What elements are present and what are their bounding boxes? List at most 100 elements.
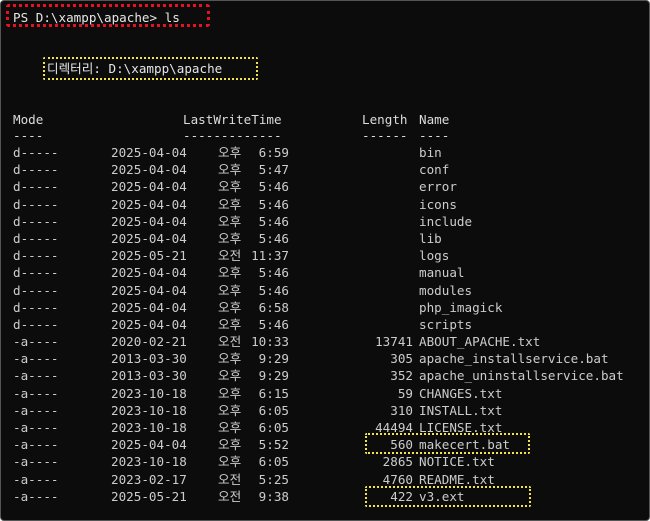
entry-mode: d----- xyxy=(13,282,59,298)
entry-ampm: 오후 xyxy=(218,385,242,401)
entry-time: 5:47 xyxy=(258,162,289,178)
listing-row: -a---- 2023-10-18 오후 6:05 2865 NOTICE.txt xyxy=(1,453,649,470)
header-name: Name xyxy=(419,112,450,127)
entry-mode: d----- xyxy=(13,230,59,246)
entry-date: 2023-10-18 xyxy=(111,385,187,401)
command-prompt: PS D:\xampp\apache> ls xyxy=(13,10,180,25)
listing-row: d----- 2025-04-04 오후 5:46 lib xyxy=(1,230,649,247)
entry-name: include xyxy=(419,213,473,229)
entry-date: 2013-03-30 xyxy=(111,351,187,367)
entry-ampm: 오후 xyxy=(218,179,242,195)
entry-date: 2023-02-17 xyxy=(111,471,187,487)
directory-label: 디렉터리: D:\xampp\apache xyxy=(47,61,223,76)
entry-length: 2865 xyxy=(382,454,413,470)
entry-length: 305 xyxy=(390,351,413,367)
listing-row: d----- 2025-04-04 오후 5:46 modules xyxy=(1,282,649,299)
entry-date: 2023-10-18 xyxy=(111,402,187,418)
entry-time: 11:37 xyxy=(251,248,289,264)
entry-name: NOTICE.txt xyxy=(419,454,495,470)
entry-date: 2025-04-04 xyxy=(111,162,187,178)
entry-mode: d----- xyxy=(13,265,59,281)
entry-ampm: 오전 xyxy=(218,248,242,264)
listing-row: -a---- 2023-10-18 오후 6:15 59 CHANGES.txt xyxy=(1,385,649,402)
entry-length: 13741 xyxy=(375,334,413,350)
entry-date: 2025-04-04 xyxy=(111,437,187,453)
directory-listing: d----- 2025-04-04 오후 6:59 bin d----- 2025-04-0… xyxy=(1,144,649,505)
listing-row: d----- 2025-04-04 오후 6:58 php_imagick xyxy=(1,299,649,316)
listing-row: -a---- 2023-02-17 오전 5:25 4760 README.txt xyxy=(1,471,649,488)
entry-mode: d----- xyxy=(13,316,59,332)
entry-time: 5:46 xyxy=(258,282,289,298)
entry-time: 9:29 xyxy=(258,368,289,384)
entry-date: 2020-02-21 xyxy=(111,334,187,350)
entry-mode: -a---- xyxy=(13,334,59,350)
entry-mode: -a---- xyxy=(13,420,59,435)
entry-name: apache_installservice.bat xyxy=(419,351,609,367)
entry-name: icons xyxy=(419,196,457,212)
entry-date: 2025-05-21 xyxy=(111,248,187,264)
entry-date: 2025-05-21 xyxy=(111,488,187,504)
entry-date: 2013-03-30 xyxy=(111,368,187,384)
terminal-output[interactable]: PS D:\xampp\apache> ls 디렉터리: D:\xampp\ap… xyxy=(1,1,649,520)
entry-name: lib xyxy=(419,230,442,246)
entry-time: 6:05 xyxy=(258,454,289,470)
entry-time: 5:46 xyxy=(258,265,289,281)
entry-name: scripts xyxy=(419,316,473,332)
entry-date: 2025-04-04 xyxy=(111,265,187,281)
entry-time: 6:59 xyxy=(258,145,289,160)
listing-row: -a---- 2023-10-18 오후 6:05 310 INSTALL.txt xyxy=(1,402,649,419)
entry-mode: -a---- xyxy=(13,437,59,453)
header-length-underline: ------ xyxy=(362,128,408,143)
header-mode: Mode xyxy=(13,112,44,127)
entry-name: CHANGES.txt xyxy=(419,385,503,401)
entry-mode: -a---- xyxy=(13,471,59,487)
entry-mode: d----- xyxy=(13,145,59,160)
entry-date: 2023-10-18 xyxy=(111,454,187,470)
entry-time: 6:05 xyxy=(258,420,289,435)
entry-time: 5:46 xyxy=(258,230,289,246)
entry-date: 2025-04-04 xyxy=(111,282,187,298)
entry-name: INSTALL.txt xyxy=(419,402,503,418)
listing-row: d----- 2025-05-21 오전 11:37 logs xyxy=(1,247,649,264)
entry-time: 5:25 xyxy=(258,471,289,487)
header-mode-underline: ---- xyxy=(13,128,44,143)
entry-mode: -a---- xyxy=(13,351,59,367)
terminal-window: PS D:\xampp\apache> ls 디렉터리: D:\xampp\ap… xyxy=(0,0,650,521)
entry-name: conf xyxy=(419,162,450,178)
entry-date: 2025-04-04 xyxy=(111,299,187,315)
entry-mode: -a---- xyxy=(13,488,59,504)
listing-row: -a---- 2020-02-21 오전 10:33 13741 ABOUT_APACHE… xyxy=(1,333,649,350)
entry-ampm: 오전 xyxy=(218,334,242,350)
entry-time: 5:46 xyxy=(258,179,289,195)
entry-ampm: 오후 xyxy=(218,145,242,160)
listing-row: d----- 2025-04-04 오후 5:46 icons xyxy=(1,196,649,213)
entry-time: 6:05 xyxy=(258,402,289,418)
listing-row: d----- 2025-04-04 오후 5:46 error xyxy=(1,178,649,195)
entry-ampm: 오후 xyxy=(218,265,242,281)
entry-ampm: 오후 xyxy=(218,368,242,384)
entry-time: 5:46 xyxy=(258,196,289,212)
header-lastwritetime: LastWriteTime xyxy=(183,112,282,127)
entry-mode: -a---- xyxy=(13,368,59,384)
entry-mode: d----- xyxy=(13,299,59,315)
entry-mode: d----- xyxy=(13,213,59,229)
entry-date: 2025-04-04 xyxy=(111,196,187,212)
entry-mode: d----- xyxy=(13,179,59,195)
listing-row: d----- 2025-04-04 오후 6:59 bin xyxy=(1,144,649,161)
entry-ampm: 오후 xyxy=(218,402,242,418)
listing-row: d----- 2025-04-04 오후 5:46 manual xyxy=(1,264,649,281)
entry-ampm: 오후 xyxy=(218,196,242,212)
entry-time: 10:33 xyxy=(251,334,289,350)
entry-ampm: 오전 xyxy=(218,488,242,504)
listing-row: -a---- 2023-10-18 오후 6:05 44494 LICENSE.txt xyxy=(1,419,649,436)
entry-name: manual xyxy=(419,265,465,281)
entry-mode: d----- xyxy=(13,196,59,212)
entry-ampm: 오후 xyxy=(218,316,242,332)
entry-name: bin xyxy=(419,145,442,160)
entry-name: logs xyxy=(419,248,450,264)
entry-time: 5:46 xyxy=(258,316,289,332)
entry-time: 5:46 xyxy=(258,213,289,229)
entry-time: 5:52 xyxy=(258,437,289,453)
entry-ampm: 오후 xyxy=(218,162,242,178)
entry-ampm: 오후 xyxy=(218,230,242,246)
